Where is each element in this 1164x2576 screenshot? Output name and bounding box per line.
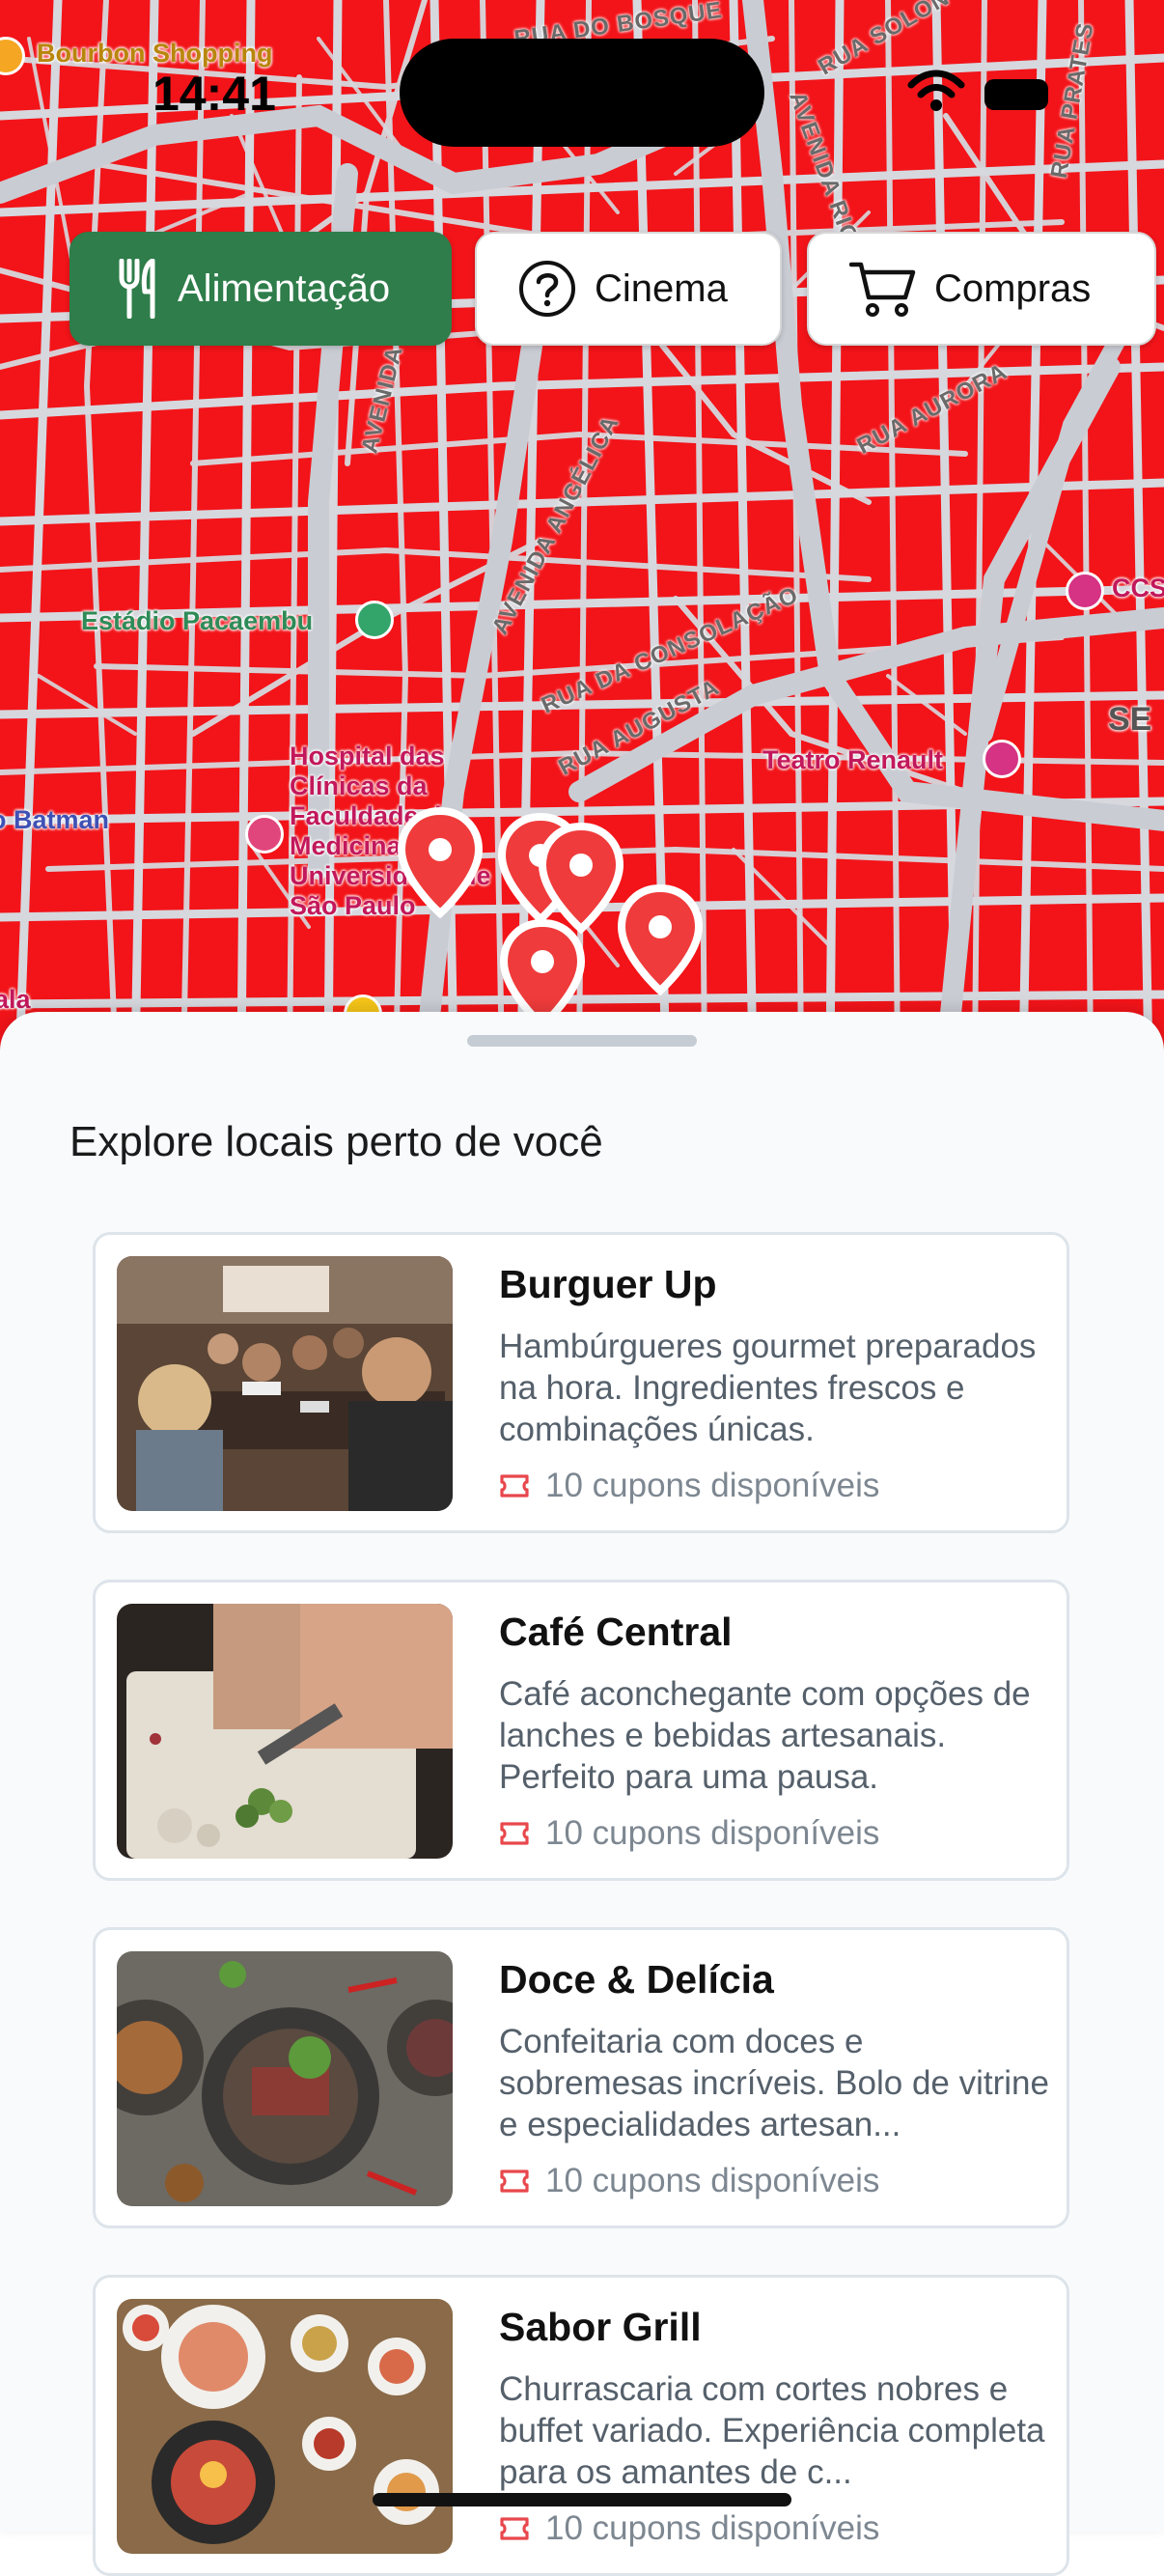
cart-icon xyxy=(849,259,917,319)
wifi-icon xyxy=(907,70,965,111)
coupon-count: 10 cupons disponíveis xyxy=(499,1467,879,1505)
map-marker[interactable] xyxy=(614,882,707,998)
theater-mask-icon xyxy=(983,740,1021,778)
filter-chip-label: Cinema xyxy=(595,266,728,310)
filter-chip-label: Alimentação xyxy=(178,266,391,310)
status-time: 14:41 xyxy=(152,67,276,121)
ticket-icon xyxy=(500,1822,529,1845)
sheet-title: Explore locais perto de você xyxy=(69,1118,603,1165)
fork-knife-icon xyxy=(116,259,160,319)
coupon-count: 10 cupons disponíveis xyxy=(499,2509,879,2548)
place-description: Café aconchegante com opções de lanches … xyxy=(499,1675,1031,1796)
coupon-text: 10 cupons disponíveis xyxy=(545,2162,880,2199)
ticket-icon xyxy=(500,2170,529,2193)
hospital-cross-icon xyxy=(245,815,284,854)
place-card-cafe-central[interactable]: Café Central Café aconchegante com opçõe… xyxy=(93,1580,1069,1881)
coupon-text: 10 cupons disponíveis xyxy=(545,2509,880,2547)
map-label-batman: o Batman xyxy=(0,805,110,834)
place-description: Confeitaria com doces e sobremesas incrí… xyxy=(499,2023,1049,2143)
question-circle-icon xyxy=(517,259,577,319)
place-photo xyxy=(117,1604,453,1859)
stadium-icon xyxy=(355,601,394,639)
filter-chip-label: Compras xyxy=(934,266,1092,310)
sheet-drag-handle[interactable] xyxy=(467,1035,697,1047)
ticket-icon xyxy=(500,2517,529,2540)
place-name: Burguer Up xyxy=(499,1262,717,1306)
place-name: Sabor Grill xyxy=(499,2305,702,2349)
place-card-doce-delicia[interactable]: Doce & Delícia Confeitaria com doces e s… xyxy=(93,1927,1069,2228)
place-description: Churrascaria com cortes nobres e buffet … xyxy=(499,2370,1045,2491)
place-photo xyxy=(117,1951,453,2206)
filter-chip-cinema[interactable]: Cinema xyxy=(475,232,782,346)
place-name: Doce & Delícia xyxy=(499,1957,774,2002)
coupon-text: 10 cupons disponíveis xyxy=(545,1467,880,1504)
ticket-icon xyxy=(500,1474,529,1498)
map-marker[interactable] xyxy=(394,805,486,921)
map-view[interactable]: RUA DO BOSQUE RUA SOLON RUA PRATES AVENI… xyxy=(0,0,1164,1062)
coupon-count: 10 cupons disponíveis xyxy=(499,1814,879,1853)
place-name: Café Central xyxy=(499,1610,733,1654)
place-photo xyxy=(117,1256,453,1511)
dynamic-island xyxy=(400,39,764,147)
home-indicator[interactable] xyxy=(373,2493,791,2506)
places-bottom-sheet[interactable]: Explore locais perto de você Burguer Up … xyxy=(0,1012,1164,2576)
place-description: Hambúrgueres gourmet preparados na hora.… xyxy=(499,1328,1037,1448)
coupon-count: 10 cupons disponíveis xyxy=(499,2162,879,2200)
map-label-sala: ala xyxy=(0,985,31,1014)
place-card-burguer-up[interactable]: Burguer Up Hambúrgueres gourmet preparad… xyxy=(93,1232,1069,1533)
map-label-se: SE xyxy=(1108,701,1152,738)
filter-chip-compras[interactable]: Compras xyxy=(807,232,1156,346)
filter-chip-alimentacao[interactable]: Alimentação xyxy=(69,232,452,346)
place-card-sabor-grill[interactable]: Sabor Grill Churrascaria com cortes nobr… xyxy=(93,2275,1069,2576)
coupon-text: 10 cupons disponíveis xyxy=(545,1814,880,1852)
battery-icon xyxy=(984,79,1048,110)
place-photo xyxy=(117,2299,453,2554)
venue-icon xyxy=(1066,572,1104,610)
